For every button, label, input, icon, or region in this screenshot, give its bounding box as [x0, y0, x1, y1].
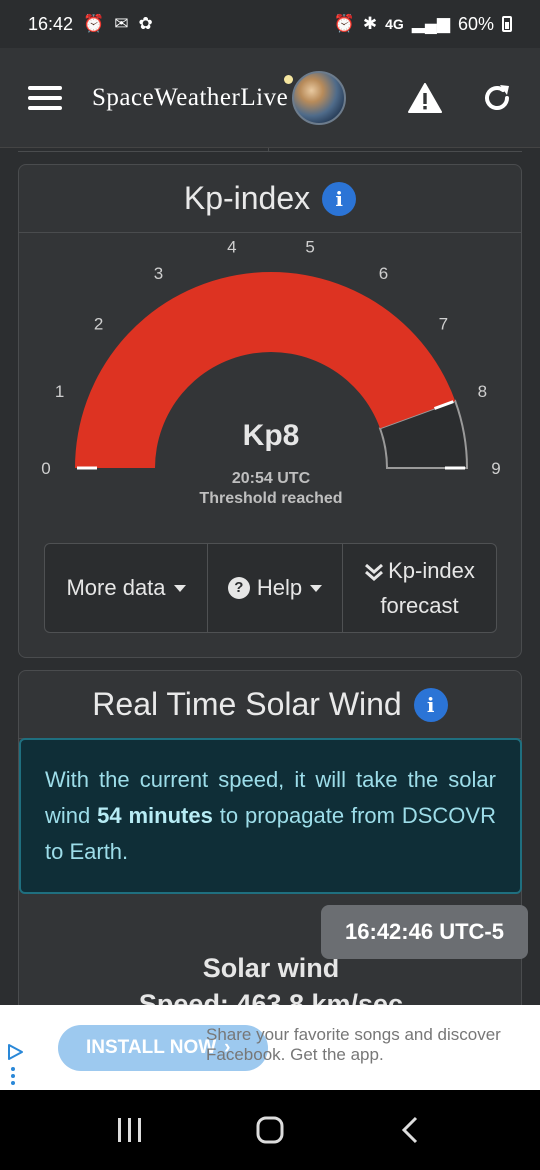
- alerts-button[interactable]: [408, 82, 442, 113]
- kp-card-title: Kp-index: [183, 180, 311, 216]
- gauge-scale-label: 5: [305, 237, 314, 256]
- forecast-label-line1: Kp-index: [388, 557, 475, 583]
- menu-icon[interactable]: [28, 85, 62, 110]
- info-icon[interactable]: i: [413, 687, 448, 722]
- info-icon[interactable]: i: [322, 181, 357, 216]
- sun-dot-icon: [284, 74, 294, 84]
- gauge-scale-label: 4: [227, 237, 236, 256]
- status-bar: 16:42 ⏰ ✉ ✿ ⏰ ✱ 4G ▂▄▆ 60%: [0, 0, 540, 48]
- help-label: Help: [256, 575, 303, 601]
- system-nav-bar: [0, 1090, 540, 1170]
- install-now-label: INSTALL NOW: [86, 1037, 217, 1058]
- propagation-alert: With the current speed, it will take the…: [19, 738, 522, 894]
- solar-wind-title: Real Time Solar Wind: [92, 686, 402, 722]
- home-icon: [256, 1116, 284, 1144]
- kp-time: 20:54 UTC: [232, 470, 311, 487]
- question-circle-icon: ?: [227, 577, 250, 599]
- brand-name: SpaceWeatherLive: [92, 83, 289, 111]
- battery-percent: 60%: [457, 13, 494, 34]
- top-navbar: SpaceWeatherLive: [0, 48, 540, 148]
- gauge-scale-label: 9: [491, 459, 500, 478]
- kp-forecast-button[interactable]: Kp-index forecast: [343, 544, 496, 632]
- more-data-label: More data: [66, 575, 166, 601]
- solar-wind-header: Real Time Solar Wind i: [19, 671, 521, 739]
- solar-wind-speed: Speed: 463.8 km/sec: [138, 989, 404, 1005]
- alarm-icon: ⏰: [333, 14, 355, 33]
- help-button[interactable]: ? Help: [208, 544, 343, 632]
- recent-apps-button[interactable]: [100, 1105, 160, 1155]
- outlook-icon: ✉: [114, 14, 129, 33]
- earth-globe-icon: [284, 70, 347, 125]
- recent-apps-icon: [118, 1118, 141, 1142]
- caret-down-icon: [173, 584, 186, 592]
- battery-icon: [502, 16, 512, 32]
- bluetooth-icon: ✱: [362, 14, 378, 33]
- gauge-scale-label: 7: [439, 314, 448, 333]
- flower-icon: ✿: [138, 14, 153, 33]
- network-type: 4G: [385, 16, 404, 32]
- back-icon: [401, 1116, 418, 1144]
- kp-card-header: Kp-index i: [19, 165, 521, 233]
- main-content[interactable]: Kp-index i 0 1 2 3 4 5 6 7 8 9 Kp8 20:54 UTC Thre…: [0, 148, 540, 1005]
- alert-highlight: 54 minutes: [97, 803, 213, 828]
- refresh-icon: [485, 84, 509, 110]
- ad-choices-icon[interactable]: [6, 1043, 24, 1061]
- gauge-scale-label: 8: [478, 382, 487, 401]
- kp-status: Threshold reached: [199, 490, 342, 507]
- kp-button-group: More data ? Help Kp-index forecast: [44, 543, 497, 633]
- utc-clock-badge: 16:42:46 UTC-5: [321, 905, 528, 959]
- warning-icon: [408, 82, 442, 113]
- gauge-scale-label: 1: [55, 382, 64, 401]
- refresh-button[interactable]: [482, 83, 512, 113]
- forecast-label-line2: forecast: [380, 593, 459, 618]
- back-button[interactable]: [380, 1105, 440, 1155]
- double-chevron-down-icon: [365, 563, 384, 581]
- more-options-icon[interactable]: [11, 1067, 17, 1088]
- clock-time: 16:42: [28, 13, 74, 34]
- signal-icon: ▂▄▆: [411, 14, 450, 33]
- gauge-scale-label: 0: [41, 459, 50, 478]
- home-button[interactable]: [240, 1105, 300, 1155]
- tab-border: [18, 148, 522, 152]
- ad-banner[interactable]: INSTALL NOW › Share your favorite songs …: [0, 1005, 540, 1090]
- kp-gauge: 0 1 2 3 4 5 6 7 8 9 Kp8 20:54 UTC Threshold reach…: [41, 237, 500, 507]
- gauge-scale-label: 6: [379, 264, 388, 283]
- gauge-scale-label: 2: [94, 314, 103, 333]
- brand-logo[interactable]: SpaceWeatherLive: [92, 70, 347, 125]
- kp-index-card: Kp-index i 0 1 2 3 4 5 6 7 8 9 Kp8 20:54 UTC Thre…: [18, 164, 522, 658]
- ad-text: Share your favorite songs and discover F…: [206, 1025, 501, 1064]
- more-data-button[interactable]: More data: [45, 544, 208, 632]
- kp-value-label: Kp8: [243, 419, 300, 452]
- gauge-scale-label: 3: [154, 264, 163, 283]
- alarm-icon: ⏰: [83, 14, 105, 33]
- caret-down-icon: [310, 584, 323, 592]
